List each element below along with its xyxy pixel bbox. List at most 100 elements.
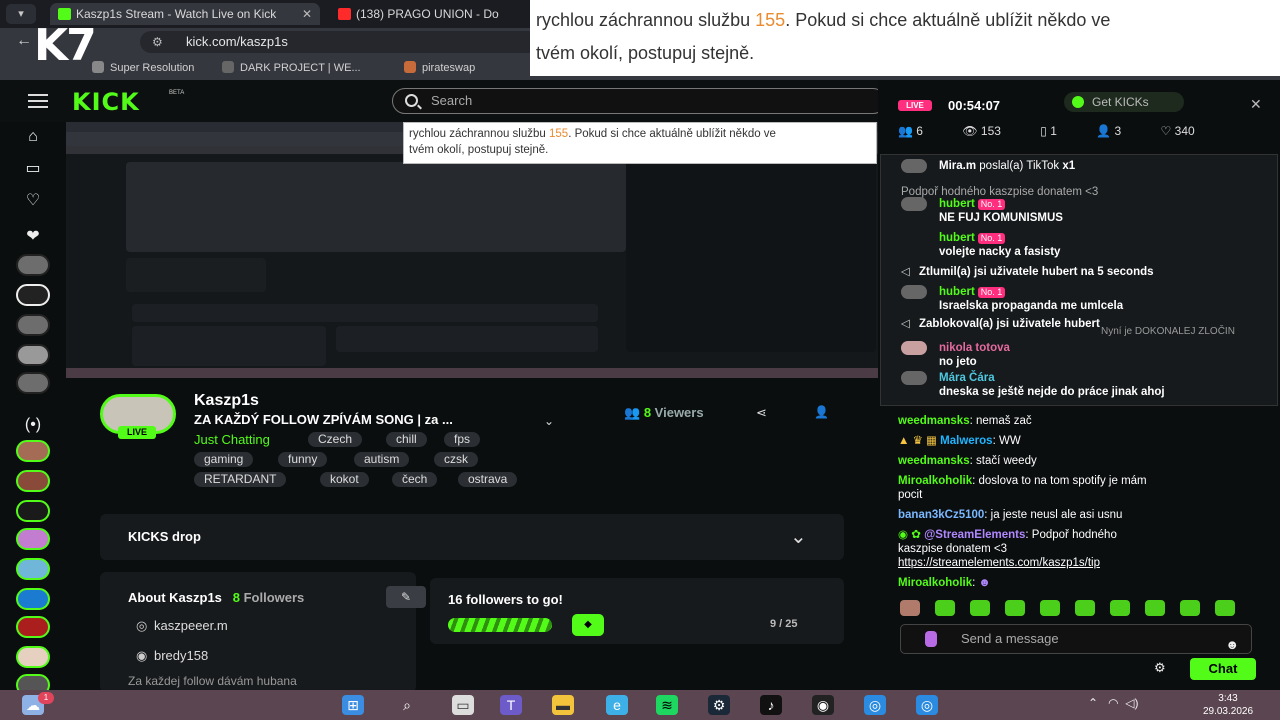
followed-channel-avatar[interactable] [16,284,50,306]
tab-title: (138) PRAGO UNION - Do [356,7,499,21]
tag-chip[interactable]: kokot [320,472,369,487]
chat-message: hubert No. 1 [939,285,1008,299]
gear-icon[interactable]: ⚙ [1154,660,1166,676]
edit-pencil-icon[interactable]: ✎ [386,586,426,608]
about-title: About Kaszp1s 8 Followers [128,590,305,605]
task-view-icon[interactable]: ▭ [452,695,474,715]
emote-icon[interactable] [1110,600,1130,616]
chat-message: ▲ ♛ ▦ Malweros: WW [898,435,1021,447]
system-tray[interactable]: ⌃ ◠ ◁) [1088,696,1138,710]
chat-link[interactable]: https://streamelements.com/kaszp1s/tip [898,556,1100,570]
tag-chip[interactable]: autism [354,452,410,467]
tag-chip[interactable]: czsk [434,452,478,467]
edge-icon[interactable]: e [606,695,628,715]
chat-message: ◉ ✿ @StreamElements: Podpoř hodného [898,529,1117,541]
chat-badges-icon: ◉ ✿ [898,529,925,541]
emoji-icon[interactable]: ☻ [1225,631,1239,659]
kick-logo[interactable]: KICK [72,88,140,116]
emote-icon[interactable] [1180,600,1200,616]
emote-icon[interactable] [1145,600,1165,616]
tab-list-button[interactable]: ▾ [6,4,36,24]
teams-icon[interactable]: T [500,695,522,715]
url-field[interactable]: ⚙ kick.com/kaszp1s [140,31,540,53]
live-channel-avatar[interactable] [16,470,50,492]
follow-user-icon[interactable]: 👤 [814,405,829,419]
tag-chip[interactable]: RETARDANT [194,472,287,487]
chrome-profile-icon[interactable]: ◎ [916,695,938,715]
chat-message: nikola totova [939,342,1010,354]
category-link[interactable]: Just Chatting [194,432,270,447]
bookmark-pirateswap[interactable]: pirateswap [404,61,475,74]
tag-chip[interactable]: funny [278,452,328,467]
live-channel-avatar[interactable] [16,440,50,462]
followed-channel-avatar[interactable] [16,314,50,336]
user-badge-icon [925,631,937,647]
live-signal-icon: (•) [24,416,42,433]
live-channel-avatar[interactable] [16,646,50,668]
tiktok-icon[interactable]: ♪ [760,695,782,715]
file-explorer-icon[interactable]: ▬ [552,695,574,715]
live-channel-avatar[interactable] [16,588,50,610]
chevron-down-icon[interactable]: ⌄ [544,414,554,428]
tag-chip[interactable]: čech [392,472,438,487]
emote-icon[interactable] [1215,600,1235,616]
send-chat-button[interactable]: Chat [1190,658,1256,680]
live-channel-avatar[interactable] [16,500,50,522]
live-channel-avatar[interactable] [16,616,50,638]
menu-icon[interactable] [28,94,48,108]
tag-chip[interactable]: gaming [194,452,254,467]
bookmark-super-resolution[interactable]: Super Resolution [92,61,194,74]
emote-icon[interactable] [1005,600,1025,616]
chevron-down-icon[interactable]: ⌄ [790,524,807,549]
spotify-icon[interactable]: ≋ [656,695,678,715]
emote-icon[interactable] [970,600,990,616]
back-arrow-icon[interactable]: ← [16,32,32,50]
search-icon[interactable]: ⌕ [396,695,418,715]
following-icon[interactable]: ♡ [22,192,44,210]
share-icon[interactable]: ⋖ [756,405,767,421]
followed-channel-avatar[interactable] [16,372,50,394]
channel-name[interactable]: Kaszp1s [194,392,259,410]
discord-link[interactable]: ◉ bredy158 [136,648,208,664]
kicks-drop-panel[interactable]: KICKS drop ⌄ [100,514,844,560]
tag-chip[interactable]: fps [444,432,481,447]
tab-close-icon[interactable]: ✕ [302,3,312,25]
emote-icon[interactable] [935,600,955,616]
chrome-icon[interactable]: ◎ [864,695,886,715]
emote-icon[interactable] [1040,600,1060,616]
tag-chip[interactable]: Czech [308,432,363,447]
obs-icon[interactable]: ◉ [812,695,834,715]
preview-about [132,326,326,366]
chat-message: weedmansks: nemaš zač [898,415,1032,427]
search-input[interactable]: Search [392,88,886,114]
chat-panel: LIVE 00:54:07 Get KICKs ✕ 👥 6 👁 153 ▯ 1 … [878,80,1280,690]
tag-chip[interactable]: chill [386,432,427,447]
windows-taskbar: ☁ ⊞ ⌕ ▭ T ▬ e ≋ ⚙ ♪ ◉ ◎ ◎ ⌃ ◠ ◁) 3:43 29… [0,690,1280,720]
mute-icon: ◁ [901,266,910,278]
heart-icon[interactable]: ❤ [22,228,44,246]
stat-gifts: ▯ 1 [1040,124,1057,138]
stream-uptime: 00:54:07 [948,98,1001,113]
emote-icon[interactable] [1075,600,1095,616]
followed-channel-avatar[interactable] [16,254,50,276]
taskbar-clock[interactable]: 3:43 29.03.2026 [1200,692,1256,718]
site-info-icon[interactable]: ⚙ [152,31,163,53]
instagram-link[interactable]: ◎ kaszpeeer.m [136,618,228,634]
browse-icon[interactable]: ▭ [22,160,44,178]
kicks-icon [1072,96,1084,108]
bookmark-dark-project[interactable]: DARK PROJECT | WE... [222,61,361,74]
live-channel-avatar[interactable] [16,558,50,580]
chat-badges-icon: ▲ ♛ ▦ [898,435,941,447]
stat-users: 👥 6 [898,124,923,138]
start-icon[interactable]: ⊞ [342,695,364,715]
emote-icon[interactable] [900,600,920,616]
live-channel-avatar[interactable] [16,528,50,550]
close-icon[interactable]: ✕ [1250,96,1262,113]
steam-icon[interactable]: ⚙ [708,695,730,715]
chat-message-input[interactable]: Send a message ☻ [900,624,1252,654]
tab-youtube[interactable]: (138) PRAGO UNION - Do [330,3,530,25]
followed-channel-avatar[interactable] [16,344,50,366]
tag-chip[interactable]: ostrava [458,472,518,487]
home-icon[interactable]: ⌂ [22,128,44,146]
get-kicks-button[interactable]: Get KICKs [1064,92,1184,112]
